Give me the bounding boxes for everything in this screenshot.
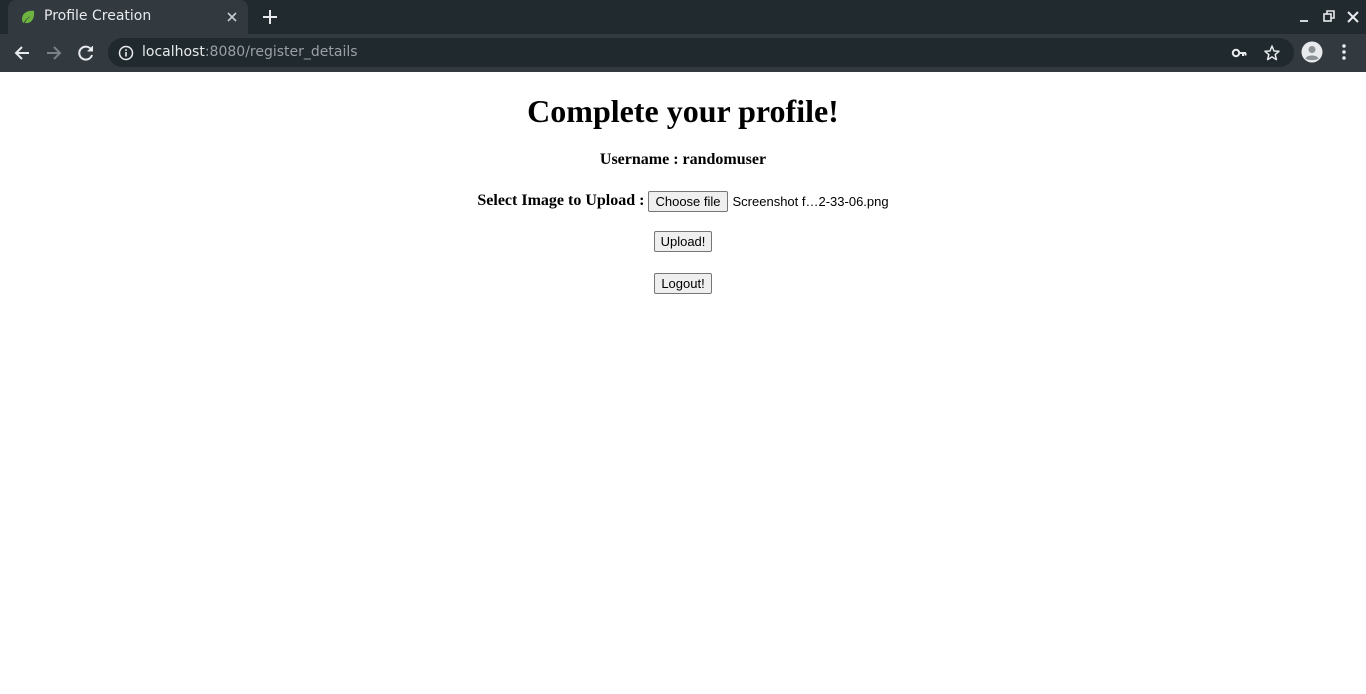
minimize-icon[interactable] (1297, 9, 1313, 25)
back-arrow-icon[interactable] (12, 43, 32, 63)
tab-strip: Profile Creation (0, 0, 1366, 34)
plus-icon[interactable] (260, 7, 280, 27)
logout-button[interactable]: Logout! (654, 272, 712, 294)
window-close-icon[interactable] (1345, 9, 1361, 25)
star-icon[interactable] (1263, 44, 1281, 62)
restore-icon[interactable] (1321, 9, 1337, 25)
upload-button-row: Upload! (0, 230, 1366, 252)
upload-label: Select Image to Upload : (477, 192, 645, 209)
username-display: Username : randomuser (599, 151, 767, 168)
tab-profile-creation[interactable]: Profile Creation (8, 0, 248, 34)
key-icon[interactable] (1230, 44, 1248, 62)
upload-button[interactable]: Upload! (653, 230, 713, 252)
spring-leaf-icon (22, 10, 35, 24)
browser-toolbar: localhost:8080/register_details (0, 34, 1366, 72)
close-icon[interactable] (224, 9, 240, 25)
info-icon[interactable] (118, 45, 134, 61)
reload-icon[interactable] (76, 43, 96, 63)
logout-button-row: Logout! (0, 272, 1366, 294)
more-vert-icon[interactable] (1336, 42, 1352, 62)
tab-title: Profile Creation (44, 8, 152, 24)
url-text: localhost:8080/register_details (142, 44, 358, 60)
page-content: Complete your profile! Username : random… (0, 72, 1366, 694)
selected-file-name: Screenshot f…2-33-06.png (732, 193, 889, 209)
address-bar[interactable]: localhost:8080/register_details (108, 38, 1294, 67)
url-host: localhost (142, 44, 205, 60)
choose-file-button[interactable]: Choose file (648, 190, 728, 212)
account-icon[interactable] (1301, 41, 1323, 63)
forward-arrow-icon[interactable] (44, 43, 64, 63)
url-path: :8080/register_details (204, 44, 358, 60)
page-title: Complete your profile! (527, 93, 839, 129)
image-upload-row: Select Image to Upload : Choose file Scr… (0, 190, 1366, 212)
